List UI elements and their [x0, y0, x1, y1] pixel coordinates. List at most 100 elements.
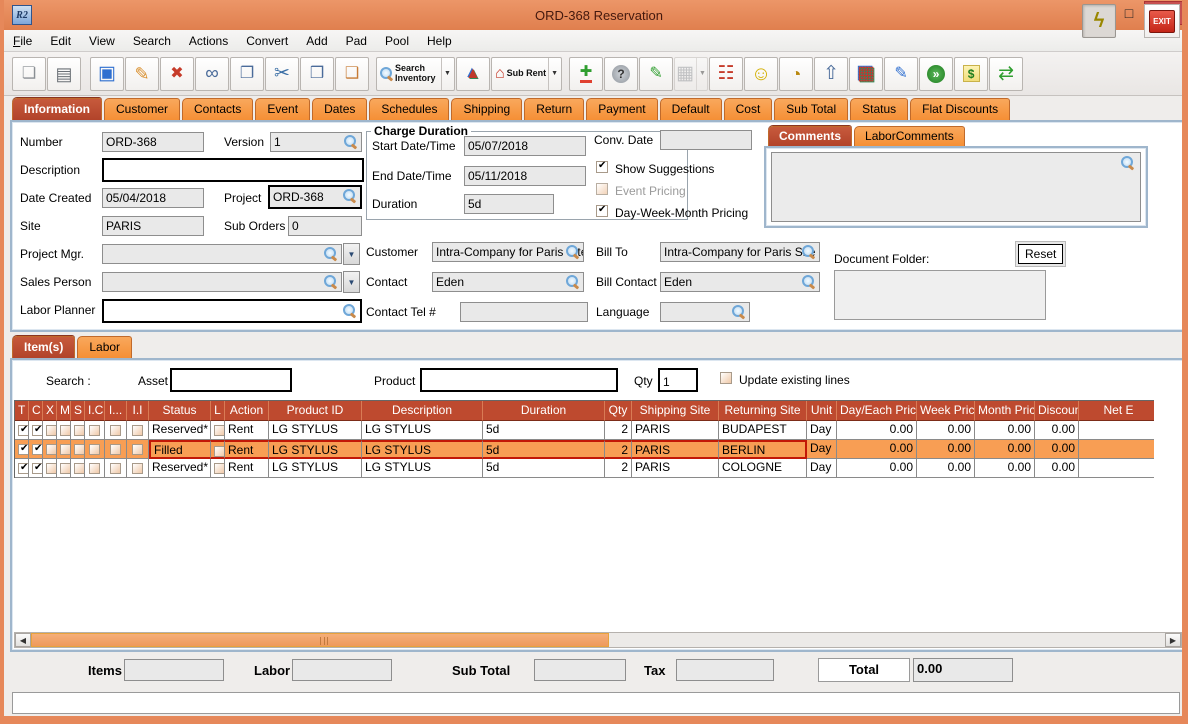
- color-blocks-button[interactable]: ▦: [849, 56, 884, 91]
- cell-description[interactable]: LG STYLUS: [362, 459, 483, 478]
- shortcut-key-button[interactable]: ⇧: [814, 56, 849, 91]
- cell-product-id[interactable]: LG STYLUS: [269, 459, 362, 478]
- tab-items[interactable]: Item(s): [12, 336, 76, 358]
- column-header-m[interactable]: M: [57, 401, 71, 421]
- menu-search[interactable]: Search: [124, 32, 180, 50]
- menu-convert[interactable]: Convert: [237, 32, 297, 50]
- find-button[interactable]: ∞: [195, 56, 229, 91]
- number-field[interactable]: ORD-368: [102, 132, 204, 152]
- cell-lcheck[interactable]: [211, 440, 225, 459]
- horizontal-scrollbar[interactable]: ◀ ▶: [14, 632, 1182, 648]
- row-checkbox-s[interactable]: [71, 421, 85, 440]
- cell-qty[interactable]: 2: [605, 459, 632, 478]
- cell-qty[interactable]: 2: [605, 421, 632, 440]
- column-header-i[interactable]: I...: [105, 401, 127, 421]
- cell-day-each-price[interactable]: 0.00: [837, 459, 917, 478]
- tab-dates[interactable]: Dates: [312, 98, 368, 120]
- tab-status[interactable]: Status: [850, 98, 909, 120]
- tab-event[interactable]: Event: [255, 98, 311, 120]
- column-header-qty[interactable]: Qty: [605, 401, 632, 421]
- end-date-field[interactable]: 05/11/2018: [464, 166, 586, 186]
- cell-product-id[interactable]: LG STYLUS: [269, 440, 362, 459]
- table-row[interactable]: Reserved*RentLG STYLUSLG STYLUS5d2PARISC…: [15, 459, 1154, 478]
- language-search-icon[interactable]: [732, 305, 745, 318]
- cell-shipping-site[interactable]: PARIS: [632, 440, 719, 459]
- menu-pool[interactable]: Pool: [376, 32, 418, 50]
- tab-default[interactable]: Default: [659, 98, 722, 120]
- cell-lcheck[interactable]: [211, 421, 225, 440]
- description-field[interactable]: [102, 158, 364, 182]
- update-existing-lines-checkbox[interactable]: [720, 372, 732, 384]
- row-checkbox-i-c[interactable]: [85, 440, 105, 459]
- transfer-document-button[interactable]: ❐: [230, 56, 264, 91]
- row-checkbox-s[interactable]: [71, 459, 85, 478]
- row-checkbox-t[interactable]: [15, 440, 29, 459]
- cell-status[interactable]: Reserved*: [149, 459, 211, 478]
- customer-search-icon[interactable]: [566, 245, 579, 258]
- menu-view[interactable]: View: [80, 32, 124, 50]
- table-row[interactable]: FilledRentLG STYLUSLG STYLUS5d2PARISBERL…: [15, 440, 1154, 459]
- contact-tel-field[interactable]: [460, 302, 588, 322]
- cell-shipping-site[interactable]: PARIS: [632, 459, 719, 478]
- cell-status[interactable]: Filled: [149, 440, 211, 459]
- dropdown-arrow-icon[interactable]: ▼: [696, 57, 706, 90]
- tab-information[interactable]: Information: [12, 98, 102, 120]
- column-header-discount[interactable]: Discount: [1035, 401, 1079, 421]
- dropdown-arrow-icon[interactable]: ▼: [441, 57, 451, 90]
- row-checkbox-c[interactable]: [29, 440, 43, 459]
- menu-help[interactable]: Help: [418, 32, 461, 50]
- menu-edit[interactable]: Edit: [41, 32, 80, 50]
- truck-button[interactable]: ⇄: [989, 56, 1024, 91]
- row-checkbox-m[interactable]: [57, 440, 71, 459]
- forward-dollar-button[interactable]: »: [919, 56, 954, 91]
- cell-duration[interactable]: 5d: [483, 459, 605, 478]
- scroll-right-arrow-icon[interactable]: ▶: [1165, 633, 1181, 647]
- start-date-field[interactable]: 05/07/2018: [464, 136, 586, 156]
- row-checkbox-c[interactable]: [29, 459, 43, 478]
- cell-month-price[interactable]: 0.00: [975, 421, 1035, 440]
- cell-month-price[interactable]: 0.00: [975, 459, 1035, 478]
- project-mgr-search-icon[interactable]: [324, 247, 337, 260]
- sub-orders-field[interactable]: 0: [288, 216, 362, 236]
- column-header-l[interactable]: L: [211, 401, 225, 421]
- column-header-x[interactable]: X: [43, 401, 57, 421]
- cell-unit[interactable]: Day: [807, 421, 837, 440]
- sales-person-field[interactable]: [102, 272, 342, 292]
- sub-rent-button[interactable]: ⌂ Sub Rent ▼: [490, 56, 563, 91]
- menu-file[interactable]: File: [4, 32, 41, 50]
- cell-day-each-price[interactable]: 0.00: [837, 421, 917, 440]
- column-header-unit[interactable]: Unit: [807, 401, 837, 421]
- duration-field[interactable]: 5d: [464, 194, 554, 214]
- cell-product-id[interactable]: LG STYLUS: [269, 421, 362, 440]
- column-header-month-price[interactable]: Month Price: [975, 401, 1035, 421]
- scroll-left-arrow-icon[interactable]: ◀: [15, 633, 31, 647]
- column-header-status[interactable]: Status: [149, 401, 211, 421]
- edit-button[interactable]: ✎: [125, 56, 159, 91]
- labor-planner-search-icon[interactable]: [343, 304, 356, 317]
- column-header-net-e[interactable]: Net E: [1079, 401, 1154, 421]
- show-suggestions-checkbox[interactable]: [596, 160, 608, 173]
- column-header-day-each-price[interactable]: Day/Each Price: [837, 401, 917, 421]
- quick-action-button[interactable]: ϟ: [1082, 4, 1116, 38]
- row-checkbox-m[interactable]: [57, 421, 71, 440]
- cell-description[interactable]: LG STYLUS: [362, 440, 483, 459]
- row-checkbox-x[interactable]: [43, 421, 57, 440]
- menu-add[interactable]: Add: [297, 32, 336, 50]
- comments-search-icon[interactable]: [1121, 156, 1134, 169]
- version-search-icon[interactable]: [344, 135, 357, 148]
- cell-day-each-price[interactable]: 0.00: [837, 440, 917, 459]
- dropdown-arrow-icon[interactable]: ▼: [548, 57, 558, 90]
- cell-week-price[interactable]: 0.00: [917, 421, 975, 440]
- cell-returning-site[interactable]: COLOGNE: [719, 459, 807, 478]
- row-checkbox-m[interactable]: [57, 459, 71, 478]
- print-button[interactable]: ▤: [47, 56, 81, 91]
- row-checkbox-t[interactable]: [15, 421, 29, 440]
- column-header-returning-site[interactable]: Returning Site: [719, 401, 807, 421]
- shapes-button[interactable]: ▲: [455, 56, 490, 91]
- column-header-c[interactable]: C: [29, 401, 43, 421]
- column-header-week-price[interactable]: Week Price: [917, 401, 975, 421]
- save-button[interactable]: ▣: [90, 56, 124, 91]
- column-header-shipping-site[interactable]: Shipping Site: [632, 401, 719, 421]
- tab-cost[interactable]: Cost: [723, 98, 773, 120]
- cell-qty[interactable]: 2: [605, 440, 632, 459]
